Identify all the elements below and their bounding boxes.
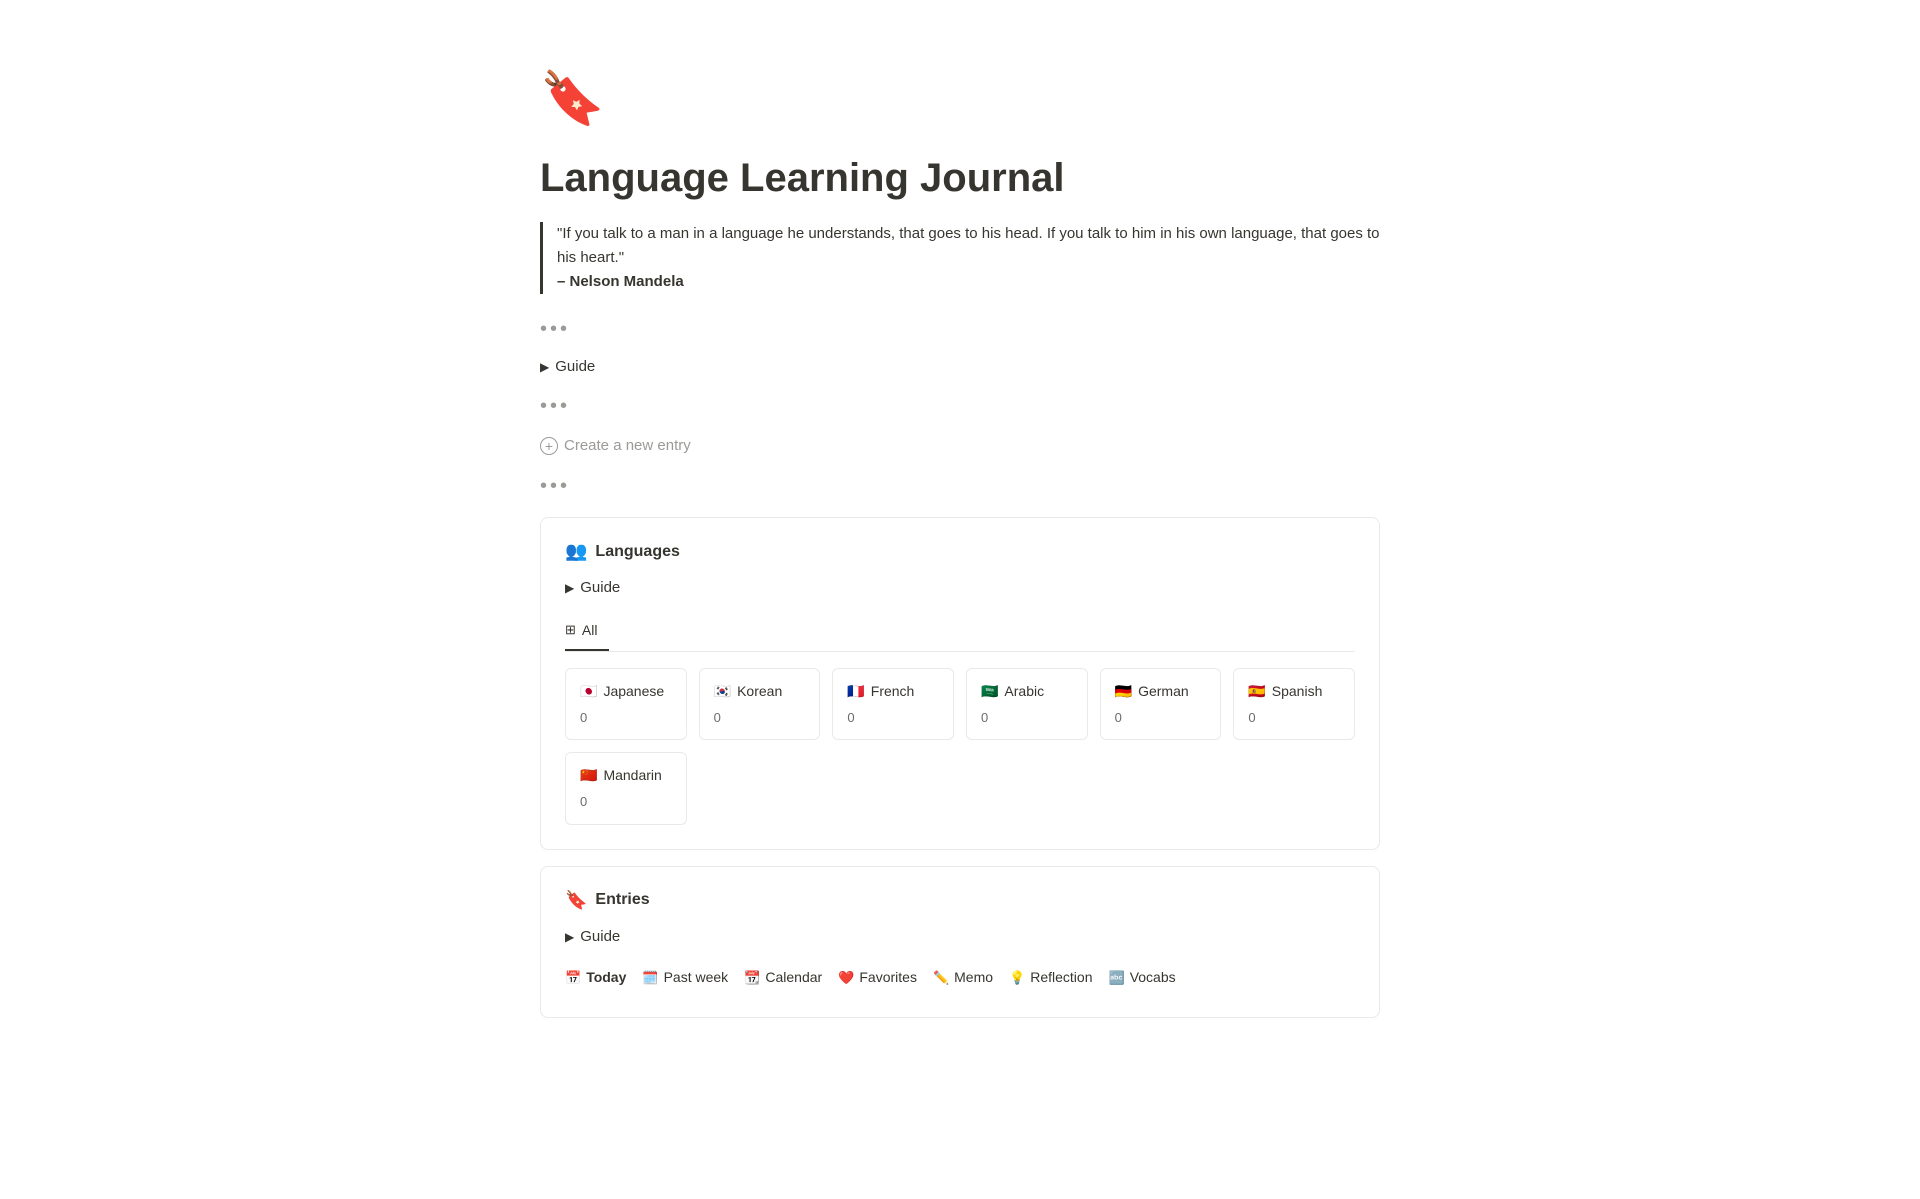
lang-name: 🇪🇸 Spanish bbox=[1248, 681, 1340, 702]
entries-tabs-row: 📅 Today 🗓️ Past week 📆 Calendar ❤️ Favor… bbox=[565, 962, 1355, 993]
page-title: Language Learning Journal bbox=[540, 154, 1380, 202]
guide-label-1: Guide bbox=[555, 356, 595, 379]
dots-2[interactable]: ••• bbox=[540, 391, 1380, 421]
flag-icon: 🇯🇵 bbox=[580, 681, 597, 702]
lang-count: 0 bbox=[1115, 708, 1207, 728]
lang-count: 0 bbox=[580, 708, 672, 728]
create-entry-button[interactable]: + Create a new entry bbox=[540, 433, 1380, 460]
flag-icon: 🇸🇦 bbox=[981, 681, 998, 702]
language-card-arabic[interactable]: 🇸🇦 Arabic 0 bbox=[966, 668, 1088, 741]
page-container: 🔖 Language Learning Journal "If you talk… bbox=[460, 0, 1460, 1134]
tab-icon-favorites: ❤️ bbox=[838, 968, 854, 988]
languages-guide-label: Guide bbox=[580, 577, 620, 600]
entry-tab-reflection[interactable]: 💡 Reflection bbox=[1009, 962, 1102, 993]
language-card-mandarin[interactable]: 🇨🇳 Mandarin 0 bbox=[565, 752, 687, 825]
tab-icon-reflection: 💡 bbox=[1009, 968, 1025, 988]
dots-1[interactable]: ••• bbox=[540, 314, 1380, 344]
flag-icon: 🇫🇷 bbox=[847, 681, 864, 702]
language-card-japanese[interactable]: 🇯🇵 Japanese 0 bbox=[565, 668, 687, 741]
languages-header: 👥 Languages bbox=[565, 538, 1355, 565]
tab-all[interactable]: ⊞ All bbox=[565, 614, 609, 651]
grid-icon: ⊞ bbox=[565, 620, 576, 640]
entry-tab-past-week[interactable]: 🗓️ Past week bbox=[642, 962, 738, 993]
languages-icon: 👥 bbox=[565, 538, 587, 565]
entry-tab-favorites[interactable]: ❤️ Favorites bbox=[838, 962, 927, 993]
tab-label-reflection: Reflection bbox=[1030, 967, 1092, 988]
tab-label-vocabs: Vocabs bbox=[1130, 967, 1176, 988]
languages-tabs-row: ⊞ All bbox=[565, 614, 1355, 652]
lang-count: 0 bbox=[714, 708, 806, 728]
flag-icon: 🇩🇪 bbox=[1115, 681, 1132, 702]
page-icon: 🔖 bbox=[540, 60, 1380, 138]
lang-count: 0 bbox=[847, 708, 939, 728]
languages-title: Languages bbox=[595, 540, 679, 564]
lang-name: 🇰🇷 Korean bbox=[714, 681, 806, 702]
chevron-right-icon-2: ▶ bbox=[565, 579, 574, 597]
entries-header: 🔖 Entries bbox=[565, 887, 1355, 914]
languages-guide-toggle[interactable]: ▶ Guide bbox=[565, 577, 1355, 600]
tab-icon-vocabs: 🔤 bbox=[1109, 968, 1125, 988]
tab-icon-memo: ✏️ bbox=[933, 968, 949, 988]
language-card-korean[interactable]: 🇰🇷 Korean 0 bbox=[699, 668, 821, 741]
lang-name: 🇫🇷 French bbox=[847, 681, 939, 702]
chevron-right-icon-1: ▶ bbox=[540, 358, 549, 376]
tab-label-past week: Past week bbox=[664, 967, 729, 988]
tab-all-label: All bbox=[582, 620, 598, 641]
lang-count: 0 bbox=[580, 792, 672, 812]
language-grid: 🇯🇵 Japanese 0 🇰🇷 Korean 0 🇫🇷 French 0 🇸🇦… bbox=[565, 668, 1355, 825]
flag-icon: 🇰🇷 bbox=[714, 681, 731, 702]
lang-name: 🇩🇪 German bbox=[1115, 681, 1207, 702]
language-card-french[interactable]: 🇫🇷 French 0 bbox=[832, 668, 954, 741]
create-entry-label: Create a new entry bbox=[564, 435, 691, 458]
guide-toggle-1[interactable]: ▶ Guide bbox=[540, 356, 1380, 379]
tab-label-memo: Memo bbox=[954, 967, 993, 988]
entry-tab-vocabs[interactable]: 🔤 Vocabs bbox=[1109, 962, 1186, 993]
language-card-spanish[interactable]: 🇪🇸 Spanish 0 bbox=[1233, 668, 1355, 741]
quote-block: "If you talk to a man in a language he u… bbox=[540, 222, 1380, 294]
quote-text: "If you talk to a man in a language he u… bbox=[557, 225, 1380, 266]
entry-tab-calendar[interactable]: 📆 Calendar bbox=[744, 962, 832, 993]
tab-label-calendar: Calendar bbox=[765, 967, 822, 988]
plus-circle-icon: + bbox=[540, 437, 558, 455]
lang-count: 0 bbox=[981, 708, 1073, 728]
tab-icon-today: 📅 bbox=[565, 968, 581, 988]
entries-title: Entries bbox=[595, 888, 649, 912]
language-card-german[interactable]: 🇩🇪 German 0 bbox=[1100, 668, 1222, 741]
tab-icon-past week: 🗓️ bbox=[642, 968, 658, 988]
tab-label-today: Today bbox=[586, 967, 626, 988]
lang-name: 🇯🇵 Japanese bbox=[580, 681, 672, 702]
lang-count: 0 bbox=[1248, 708, 1340, 728]
entry-tab-today[interactable]: 📅 Today bbox=[565, 962, 636, 993]
languages-section: 👥 Languages ▶ Guide ⊞ All 🇯🇵 Japanese 0 … bbox=[540, 517, 1380, 850]
entries-section: 🔖 Entries ▶ Guide 📅 Today 🗓️ Past week 📆… bbox=[540, 866, 1380, 1019]
tab-icon-calendar: 📆 bbox=[744, 968, 760, 988]
tab-label-favorites: Favorites bbox=[859, 967, 917, 988]
flag-icon: 🇨🇳 bbox=[580, 765, 597, 786]
quote-author: – Nelson Mandela bbox=[557, 273, 684, 290]
flag-icon: 🇪🇸 bbox=[1248, 681, 1265, 702]
entries-guide-toggle[interactable]: ▶ Guide bbox=[565, 926, 1355, 949]
lang-name: 🇨🇳 Mandarin bbox=[580, 765, 672, 786]
entries-icon: 🔖 bbox=[565, 887, 587, 914]
chevron-right-icon-3: ▶ bbox=[565, 928, 574, 946]
lang-name: 🇸🇦 Arabic bbox=[981, 681, 1073, 702]
entry-tab-memo[interactable]: ✏️ Memo bbox=[933, 962, 1003, 993]
dots-3[interactable]: ••• bbox=[540, 471, 1380, 501]
entries-guide-label: Guide bbox=[580, 926, 620, 949]
